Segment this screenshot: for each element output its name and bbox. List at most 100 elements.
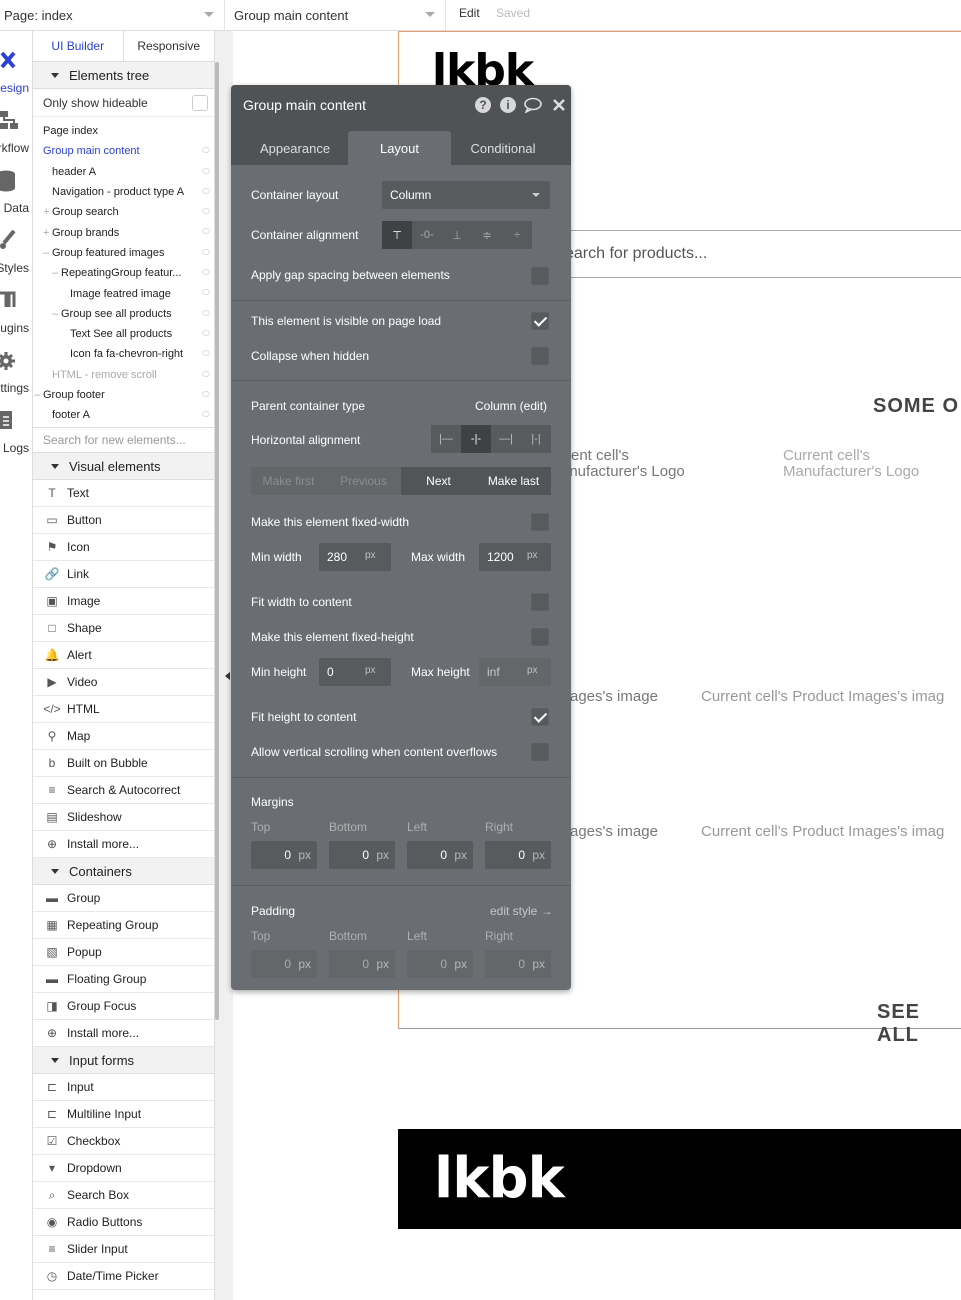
tree-item[interactable]: Navigation - product type A	[33, 182, 214, 202]
nav-plugins[interactable]: Plugins	[0, 281, 32, 341]
element-palette-item[interactable]: ▾ Dropdown	[33, 1155, 214, 1183]
input-forms-header[interactable]: Input forms	[33, 1047, 214, 1075]
collapse-icon[interactable]: –	[52, 267, 58, 279]
tree-item[interactable]: + Group brands	[33, 222, 214, 242]
margin-left-input[interactable]: 0 px	[407, 841, 473, 869]
eye-icon[interactable]	[202, 329, 210, 336]
margin-top-input[interactable]: 0 px	[251, 841, 317, 869]
nav-workflow[interactable]: Workflow	[0, 101, 32, 161]
close-icon[interactable]	[552, 98, 566, 112]
element-palette-item[interactable]: ⚑ Icon	[33, 534, 214, 562]
gap-spacing-checkbox[interactable]	[531, 267, 549, 285]
element-palette-item[interactable]: ◉ Radio Buttons	[33, 1209, 214, 1237]
tree-item[interactable]: – RepeatingGroup featur...	[33, 263, 214, 283]
tab-layout[interactable]: Layout	[348, 131, 451, 165]
fit-width-checkbox[interactable]	[531, 593, 549, 611]
tree-item[interactable]: + Group search	[33, 202, 214, 222]
element-palette-item[interactable]: ☑ Checkbox	[33, 1128, 214, 1156]
element-palette-item[interactable]: 🔗 Link	[33, 561, 214, 589]
nav-logs[interactable]: Logs	[0, 401, 32, 461]
element-palette-item[interactable]: b Built on Bubble	[33, 750, 214, 778]
info-icon[interactable]: i	[500, 97, 516, 113]
tab-ui-builder[interactable]: UI Builder	[33, 31, 124, 61]
nav-data[interactable]: Data	[0, 161, 32, 221]
align-right-icon[interactable]: —|	[491, 425, 521, 453]
eye-icon[interactable]	[202, 208, 210, 215]
tree-item[interactable]: Page index	[33, 121, 214, 141]
parent-container-type-value[interactable]: Column (edit)	[475, 399, 547, 413]
unit-selector[interactable]: px	[527, 665, 538, 676]
eye-icon[interactable]	[202, 309, 210, 316]
collapse-icon[interactable]: –	[52, 308, 58, 320]
element-palette-item[interactable]: ▶ Video	[33, 669, 214, 697]
container-layout-dropdown[interactable]: Column	[382, 181, 550, 209]
element-palette-item[interactable]: ⚲ Map	[33, 723, 214, 751]
align-center-icon[interactable]: -0-	[412, 221, 442, 249]
tree-item[interactable]: Group main content	[33, 141, 214, 161]
element-palette-item[interactable]: ▬ Group	[33, 885, 214, 913]
element-palette-item[interactable]: ≡ Search & Autocorrect	[33, 777, 214, 805]
tree-item[interactable]: footer A	[33, 405, 214, 425]
element-palette-item[interactable]: 🔔 Alert	[33, 642, 214, 670]
eye-icon[interactable]	[202, 228, 210, 235]
fit-height-checkbox[interactable]	[531, 708, 549, 726]
eye-icon[interactable]	[202, 390, 210, 397]
next-button[interactable]: Next	[401, 467, 476, 495]
element-palette-item[interactable]: ⊕ Install more...	[33, 831, 214, 859]
unit-selector[interactable]: px	[365, 550, 376, 561]
padding-left-input[interactable]: 0 px	[407, 950, 473, 978]
unit-selector[interactable]: px	[527, 550, 538, 561]
tree-item[interactable]: header A	[33, 162, 214, 182]
align-space-around-icon[interactable]: ÷	[502, 221, 532, 249]
nav-settings[interactable]: Settings	[0, 341, 32, 401]
element-palette-item[interactable]: □ Shape	[33, 615, 214, 643]
margin-right-input[interactable]: 0 px	[485, 841, 551, 869]
eye-icon[interactable]	[202, 350, 210, 357]
collapse-panel-handle[interactable]	[225, 672, 230, 680]
align-top-icon[interactable]: ⊤	[382, 221, 412, 249]
min-height-input[interactable]: 0 px	[319, 658, 391, 686]
collapse-icon[interactable]: –	[43, 247, 49, 259]
nav-design[interactable]: Design	[0, 41, 32, 101]
tree-item[interactable]: Image featred image	[33, 283, 214, 303]
eye-icon[interactable]	[202, 187, 210, 194]
only-show-hideable-checkbox[interactable]	[192, 95, 208, 111]
tree-item[interactable]: – Group footer	[33, 385, 214, 405]
panel-scrollbar[interactable]	[215, 62, 219, 1020]
search-new-elements-input[interactable]: Search for new elements...	[33, 427, 214, 454]
padding-top-input[interactable]: 0 px	[251, 950, 317, 978]
max-height-input[interactable]: inf px	[479, 658, 551, 686]
element-palette-item[interactable]: ▦ Repeating Group	[33, 912, 214, 940]
eye-icon[interactable]	[202, 370, 210, 377]
element-palette-item[interactable]: </> HTML	[33, 696, 214, 724]
element-palette-item[interactable]: ▧ Popup	[33, 939, 214, 967]
element-palette-item[interactable]: ▬ Floating Group	[33, 966, 214, 994]
element-palette-item[interactable]: ▣ Image	[33, 588, 214, 616]
tree-item[interactable]: Icon fa fa-chevron-right	[33, 344, 214, 364]
previous-button[interactable]: Previous	[326, 467, 401, 495]
tree-item[interactable]: Text See all products	[33, 324, 214, 344]
align-center-h-icon[interactable]: -|-	[461, 425, 491, 453]
containers-header[interactable]: Containers	[33, 858, 214, 886]
tab-conditional[interactable]: Conditional	[453, 131, 553, 165]
element-palette-item[interactable]: ⊏ Multiline Input	[33, 1101, 214, 1129]
eye-icon[interactable]	[202, 147, 210, 154]
fixed-width-checkbox[interactable]	[531, 513, 549, 531]
padding-right-input[interactable]: 0 px	[485, 950, 551, 978]
visible-on-load-checkbox[interactable]	[531, 312, 549, 330]
align-stretch-icon[interactable]: |-|	[521, 425, 551, 453]
tree-item[interactable]: HTML - remove scroll	[33, 365, 214, 385]
visual-elements-header[interactable]: Visual elements	[33, 453, 214, 481]
tree-item[interactable]: – Group featured images	[33, 243, 214, 263]
edit-style-link[interactable]: edit style →	[490, 904, 553, 918]
align-space-between-icon[interactable]: ≑	[472, 221, 502, 249]
vertical-scroll-checkbox[interactable]	[531, 743, 549, 761]
element-palette-item[interactable]: ⊕ Install more...	[33, 1020, 214, 1048]
property-editor-header[interactable]: Group main content ? i	[231, 85, 571, 125]
collapse-icon[interactable]: –	[34, 389, 40, 401]
elements-tree-header[interactable]: Elements tree	[33, 62, 214, 89]
nav-styles[interactable]: Styles	[0, 221, 32, 281]
margin-bottom-input[interactable]: 0 px	[329, 841, 395, 869]
expand-icon[interactable]: +	[43, 227, 49, 239]
tab-responsive[interactable]: Responsive	[124, 31, 215, 61]
